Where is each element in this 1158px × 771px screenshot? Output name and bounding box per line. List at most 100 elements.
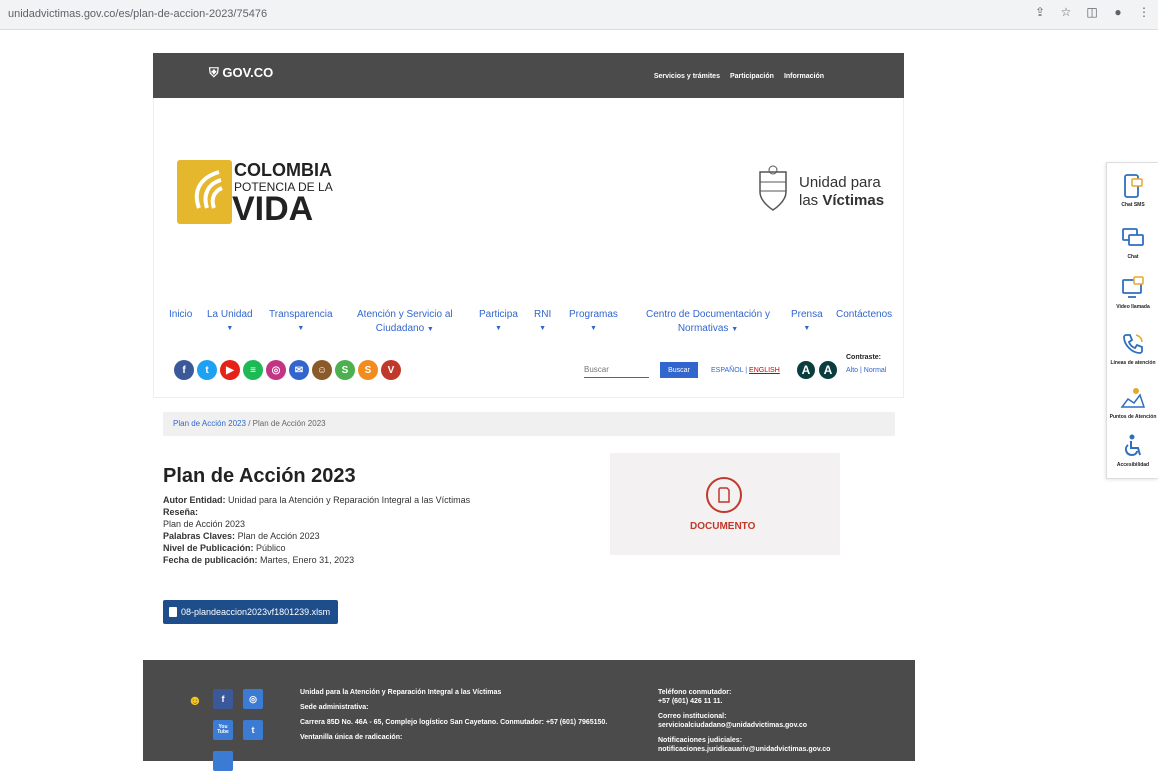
browser-toolbar: unidadvictimas.gov.co/es/plan-de-accion-…	[0, 0, 1158, 30]
mascot-icon[interactable]: ☺	[312, 360, 332, 380]
address-bar[interactable]: unidadvictimas.gov.co/es/plan-de-accion-…	[8, 8, 267, 20]
facebook-icon[interactable]: f	[174, 360, 194, 380]
gov-logo[interactable]: ⛨ GOV.CO	[209, 65, 273, 81]
contrast-alto[interactable]: Alto	[846, 367, 858, 374]
logo-text-colombia: COLOMBIA	[234, 160, 332, 180]
phone-icon	[1123, 334, 1143, 354]
page-title: Plan de Acción 2023	[163, 465, 356, 487]
meta-nivel: Nivel de Publicación: Público	[163, 543, 286, 553]
contrast-label: Contraste:	[846, 354, 882, 361]
phone-lines-button[interactable]: Líneas de atención	[1107, 331, 1158, 366]
nav-contactenos[interactable]: Contáctenos	[836, 308, 892, 322]
contrast-normal[interactable]: Normal	[864, 367, 887, 374]
profile-icon[interactable]: ●	[1110, 5, 1126, 19]
gov-shield-icon: ⛨	[209, 65, 219, 80]
file-icon	[169, 607, 177, 617]
chat-icon	[1122, 228, 1144, 246]
site-header: COLOMBIA POTENCIA DE LA VIDA Unidad para…	[153, 98, 904, 398]
nav-atencion[interactable]: Atención y Servicio al Ciudadano ▼	[357, 308, 453, 337]
chevron-down-icon: ▼	[426, 326, 434, 333]
meta-resena: Reseña:	[163, 507, 199, 517]
star-icon[interactable]: ☆	[1058, 5, 1074, 19]
sidepanel-icon[interactable]: ◫	[1084, 5, 1100, 19]
email-icon[interactable]: ✉	[289, 360, 309, 380]
nav-programas[interactable]: Programas ▼	[569, 308, 618, 336]
chevron-down-icon: ▼	[226, 325, 234, 332]
meta-autor: Autor Entidad: Unidad para la Atención y…	[163, 495, 471, 505]
gov-link-informacion[interactable]: Información	[784, 73, 824, 80]
accessibility-button[interactable]: Accesibilidad	[1107, 433, 1158, 468]
nav-centro-documentacion[interactable]: Centro de Documentación y Normativas ▼	[646, 308, 770, 337]
gov-link-servicios[interactable]: Servicios y trámites	[654, 73, 720, 80]
video-call-icon	[1122, 276, 1144, 298]
nav-inicio[interactable]: Inicio	[169, 308, 192, 322]
gov-bar: ⛨ GOV.CO Servicios y trámites Participac…	[153, 53, 904, 98]
meta-palabras: Palabras Claves: Plan de Acción 2023	[163, 531, 320, 541]
help-sidebar: Chat SMS Chat Video llamada Líneas de at…	[1106, 162, 1158, 479]
chevron-down-icon: ▼	[539, 325, 547, 332]
chat-button[interactable]: Chat	[1107, 225, 1158, 260]
meta-fecha: Fecha de publicación: Martes, Enero 31, …	[163, 555, 355, 565]
footer-notif-link[interactable]: notificaciones.juridicauariv@unidadvicti…	[658, 746, 830, 753]
chevron-down-icon: ▼	[494, 325, 502, 332]
breadcrumb: Plan de Acción 2023 / Plan de Acción 202…	[163, 412, 895, 436]
social-icons: f t ▶ ≡ ◎ ✉ ☺ S S V	[174, 360, 401, 380]
video-call-button[interactable]: Video llamada	[1107, 275, 1158, 310]
footer-facebook-icon[interactable]: f	[213, 689, 233, 709]
gov-links: Servicios y trámites Participación Infor…	[654, 73, 824, 80]
colombia-potencia-logo[interactable]: COLOMBIA POTENCIA DE LA VIDA	[177, 160, 342, 228]
unidad-victimas-logo[interactable]: Unidad para las Víctimas	[754, 164, 889, 214]
browser-actions: ⇪ ☆ ◫ ● ⋮	[1032, 5, 1152, 19]
accessibility-icon	[1124, 434, 1141, 457]
share-icon[interactable]: ⇪	[1032, 5, 1048, 19]
chevron-down-icon: ▼	[297, 325, 305, 332]
document-label: DOCUMENTO	[690, 521, 756, 532]
footer-email-link[interactable]: servicioalciudadano@unidadvictimas.gov.c…	[658, 722, 807, 729]
spotify-icon[interactable]: ≡	[243, 360, 263, 380]
unidad-text-line1: Unidad para	[799, 174, 881, 191]
service-points-button[interactable]: Puntos de Atención	[1107, 385, 1158, 420]
lang-en[interactable]: ENGLISH	[749, 367, 780, 374]
contrast-options: Alto | Normal	[846, 367, 887, 374]
footer-contact: Teléfono conmutador: +57 (601) 426 11 11.…	[658, 689, 831, 753]
logo-text-vida: VIDA	[232, 190, 314, 228]
contrast-normal-icon[interactable]: A	[819, 361, 837, 379]
search-button[interactable]: Buscar	[660, 362, 698, 378]
s-orange-icon[interactable]: S	[358, 360, 378, 380]
lang-es[interactable]: ESPAÑOL	[711, 367, 743, 374]
menu-icon[interactable]: ⋮	[1136, 5, 1152, 19]
instagram-icon[interactable]: ◎	[266, 360, 286, 380]
nav-participa[interactable]: Participa ▼	[479, 308, 518, 336]
breadcrumb-current: Plan de Acción 2023	[252, 419, 326, 428]
document-icon	[706, 477, 742, 513]
breadcrumb-link[interactable]: Plan de Acción 2023	[173, 419, 246, 428]
nav-transparencia[interactable]: Transparencia ▼	[269, 308, 333, 336]
nav-prensa[interactable]: Prensa ▼	[791, 308, 823, 336]
chevron-down-icon: ▼	[589, 325, 597, 332]
unidad-text-line2: las Víctimas	[799, 192, 885, 209]
chevron-down-icon: ▼	[803, 325, 811, 332]
gov-link-participacion[interactable]: Participación	[730, 73, 774, 80]
s-green-icon[interactable]: S	[335, 360, 355, 380]
footer-address: Unidad para la Atención y Reparación Int…	[300, 689, 608, 741]
chat-sms-button[interactable]: Chat SMS	[1107, 173, 1158, 208]
map-pin-icon	[1120, 388, 1146, 408]
footer-youtube-icon[interactable]: You Tube	[213, 720, 233, 740]
youtube-icon[interactable]: ▶	[220, 360, 240, 380]
nav-rni[interactable]: RNI ▼	[534, 308, 551, 336]
footer-twitter-icon[interactable]: t	[243, 720, 263, 740]
logo-yellow-box	[177, 160, 232, 224]
wave-icon	[194, 170, 223, 209]
nav-la-unidad[interactable]: La Unidad ▼	[207, 308, 253, 336]
footer-instagram-icon[interactable]: ◎	[243, 689, 263, 709]
twitter-icon[interactable]: t	[197, 360, 217, 380]
search-input[interactable]	[584, 362, 649, 378]
language-switcher: ESPAÑOL | ENGLISH	[711, 367, 780, 374]
document-preview[interactable]: DOCUMENTO	[610, 453, 840, 555]
contrast-high-icon[interactable]: A	[797, 361, 815, 379]
coat-of-arms-icon	[759, 165, 787, 211]
footer-social-icon[interactable]	[213, 751, 233, 771]
download-file-button[interactable]: 08-plandeaccion2023vf1801239.xlsm	[163, 600, 338, 624]
v-red-icon[interactable]: V	[381, 360, 401, 380]
site-footer: ☻ f ◎ You Tube t Unidad para la Atención…	[143, 660, 915, 771]
